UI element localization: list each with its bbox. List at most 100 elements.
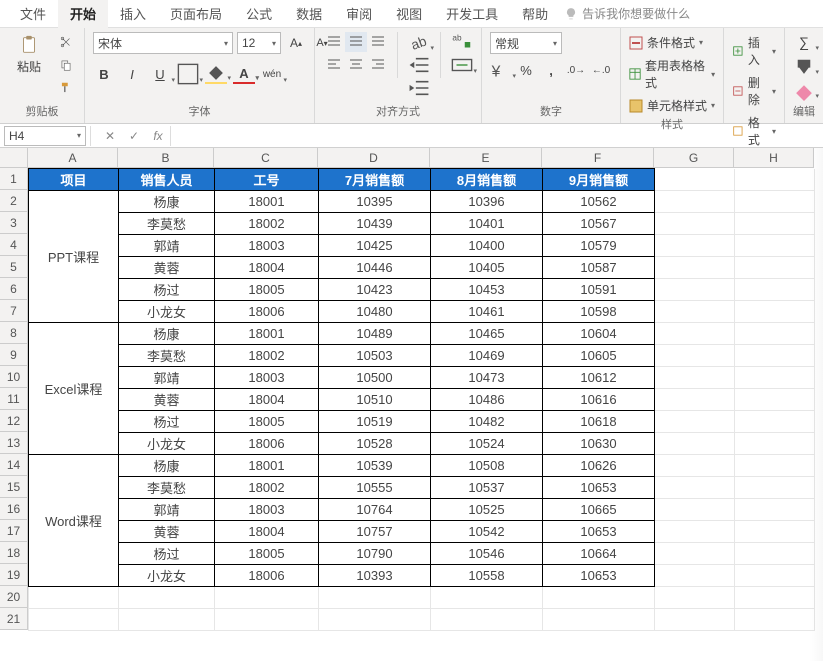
group-cell[interactable]: Excel课程 [29, 323, 119, 455]
cell[interactable]: 18001 [215, 323, 319, 345]
cell[interactable]: 10486 [431, 389, 543, 411]
group-cell[interactable]: Word课程 [29, 455, 119, 587]
fill-color-button[interactable]: ▾ [205, 64, 227, 84]
row-header-5[interactable]: 5 [0, 256, 28, 278]
cell[interactable]: 10567 [543, 213, 655, 235]
row-header-11[interactable]: 11 [0, 388, 28, 410]
row-header-17[interactable]: 17 [0, 520, 28, 542]
cell[interactable] [655, 499, 735, 521]
align-middle-button[interactable] [345, 32, 367, 52]
cell[interactable]: 10626 [543, 455, 655, 477]
cell[interactable]: 小龙女 [119, 301, 215, 323]
cell[interactable] [735, 279, 815, 301]
cell[interactable] [655, 389, 735, 411]
cell[interactable]: 10558 [431, 565, 543, 587]
comma-button[interactable]: , [540, 60, 562, 80]
header-cell[interactable]: 8月销售额 [431, 169, 543, 191]
cell[interactable]: 18006 [215, 433, 319, 455]
increase-indent-button[interactable] [408, 78, 430, 98]
cell[interactable]: 10630 [543, 433, 655, 455]
cell[interactable]: 杨康 [119, 191, 215, 213]
cell[interactable]: 10480 [319, 301, 431, 323]
cell[interactable] [655, 367, 735, 389]
select-all-corner[interactable] [0, 148, 28, 168]
cell[interactable]: 18006 [215, 301, 319, 323]
cell[interactable]: 10400 [431, 235, 543, 257]
tab-home[interactable]: 开始 [58, 0, 108, 29]
align-bottom-button[interactable] [367, 32, 389, 52]
row-header-10[interactable]: 10 [0, 366, 28, 388]
tab-review[interactable]: 审阅 [334, 0, 384, 29]
clear-button[interactable]: ▾ [793, 80, 815, 100]
col-header-A[interactable]: A [28, 148, 118, 168]
cell[interactable] [215, 609, 319, 631]
header-cell[interactable]: 9月销售额 [543, 169, 655, 191]
cell[interactable] [735, 521, 815, 543]
copy-button[interactable] [56, 55, 76, 75]
cancel-formula-button[interactable]: ✕ [98, 126, 122, 146]
phonetic-button[interactable]: wén▾ [261, 64, 283, 84]
align-center-button[interactable] [345, 54, 367, 74]
tab-page-layout[interactable]: 页面布局 [158, 0, 234, 29]
cell[interactable]: 10396 [431, 191, 543, 213]
cell[interactable]: 小龙女 [119, 565, 215, 587]
row-header-6[interactable]: 6 [0, 278, 28, 300]
cell[interactable]: 10665 [543, 499, 655, 521]
row-header-14[interactable]: 14 [0, 454, 28, 476]
italic-button[interactable]: I [121, 64, 143, 84]
cell[interactable]: 杨过 [119, 543, 215, 565]
tab-developer[interactable]: 开发工具 [434, 0, 510, 29]
cell[interactable]: 18002 [215, 345, 319, 367]
cell[interactable]: 杨过 [119, 411, 215, 433]
accounting-format-button[interactable]: ¥▾ [490, 60, 512, 80]
paste-button[interactable]: 粘贴 [8, 32, 50, 77]
cell[interactable] [655, 323, 735, 345]
delete-cells-button[interactable]: 删除▾ [732, 72, 776, 110]
cell[interactable]: 10401 [431, 213, 543, 235]
col-header-B[interactable]: B [118, 148, 214, 168]
cell[interactable]: 10393 [319, 565, 431, 587]
cell[interactable]: 10423 [319, 279, 431, 301]
cell[interactable]: 10653 [543, 477, 655, 499]
cell[interactable]: 李莫愁 [119, 213, 215, 235]
fx-button[interactable]: fx [146, 126, 170, 146]
cell[interactable]: 18002 [215, 477, 319, 499]
cell[interactable] [119, 609, 215, 631]
font-size-combo[interactable]: 12▾ [237, 32, 281, 54]
cell[interactable]: 郭靖 [119, 499, 215, 521]
format-painter-button[interactable] [56, 78, 76, 98]
merge-center-button[interactable]: ▾ [451, 55, 473, 75]
cell[interactable]: 10510 [319, 389, 431, 411]
cell[interactable]: 10616 [543, 389, 655, 411]
tab-view[interactable]: 视图 [384, 0, 434, 29]
cell[interactable]: 10598 [543, 301, 655, 323]
cell[interactable]: 18003 [215, 367, 319, 389]
row-header-20[interactable]: 20 [0, 586, 28, 608]
cell[interactable] [319, 609, 431, 631]
font-color-button[interactable]: A▾ [233, 64, 255, 84]
row-header-7[interactable]: 7 [0, 300, 28, 322]
cell[interactable]: 18004 [215, 521, 319, 543]
group-cell[interactable]: PPT课程 [29, 191, 119, 323]
cell[interactable] [735, 499, 815, 521]
cell[interactable]: 黄蓉 [119, 257, 215, 279]
cell[interactable] [735, 565, 815, 587]
cell[interactable]: 10524 [431, 433, 543, 455]
row-header-4[interactable]: 4 [0, 234, 28, 256]
cell[interactable] [119, 587, 215, 609]
row-header-3[interactable]: 3 [0, 212, 28, 234]
cell[interactable] [735, 169, 815, 191]
orientation-button[interactable]: ab▾ [408, 32, 430, 52]
tab-formulas[interactable]: 公式 [234, 0, 284, 29]
cell[interactable]: 10555 [319, 477, 431, 499]
cells-area[interactable]: 项目销售人员工号7月销售额8月销售额9月销售额PPT课程杨康1800110395… [28, 168, 815, 631]
row-header-15[interactable]: 15 [0, 476, 28, 498]
cell[interactable]: 10757 [319, 521, 431, 543]
row-header-9[interactable]: 9 [0, 344, 28, 366]
cell[interactable] [655, 411, 735, 433]
cell[interactable] [655, 345, 735, 367]
cell[interactable]: 18005 [215, 411, 319, 433]
decrease-decimal-button[interactable]: ←.0 [590, 60, 612, 80]
cell[interactable] [735, 213, 815, 235]
spreadsheet-grid[interactable]: A B C D E F G H 123456789101112131415161… [0, 148, 823, 661]
